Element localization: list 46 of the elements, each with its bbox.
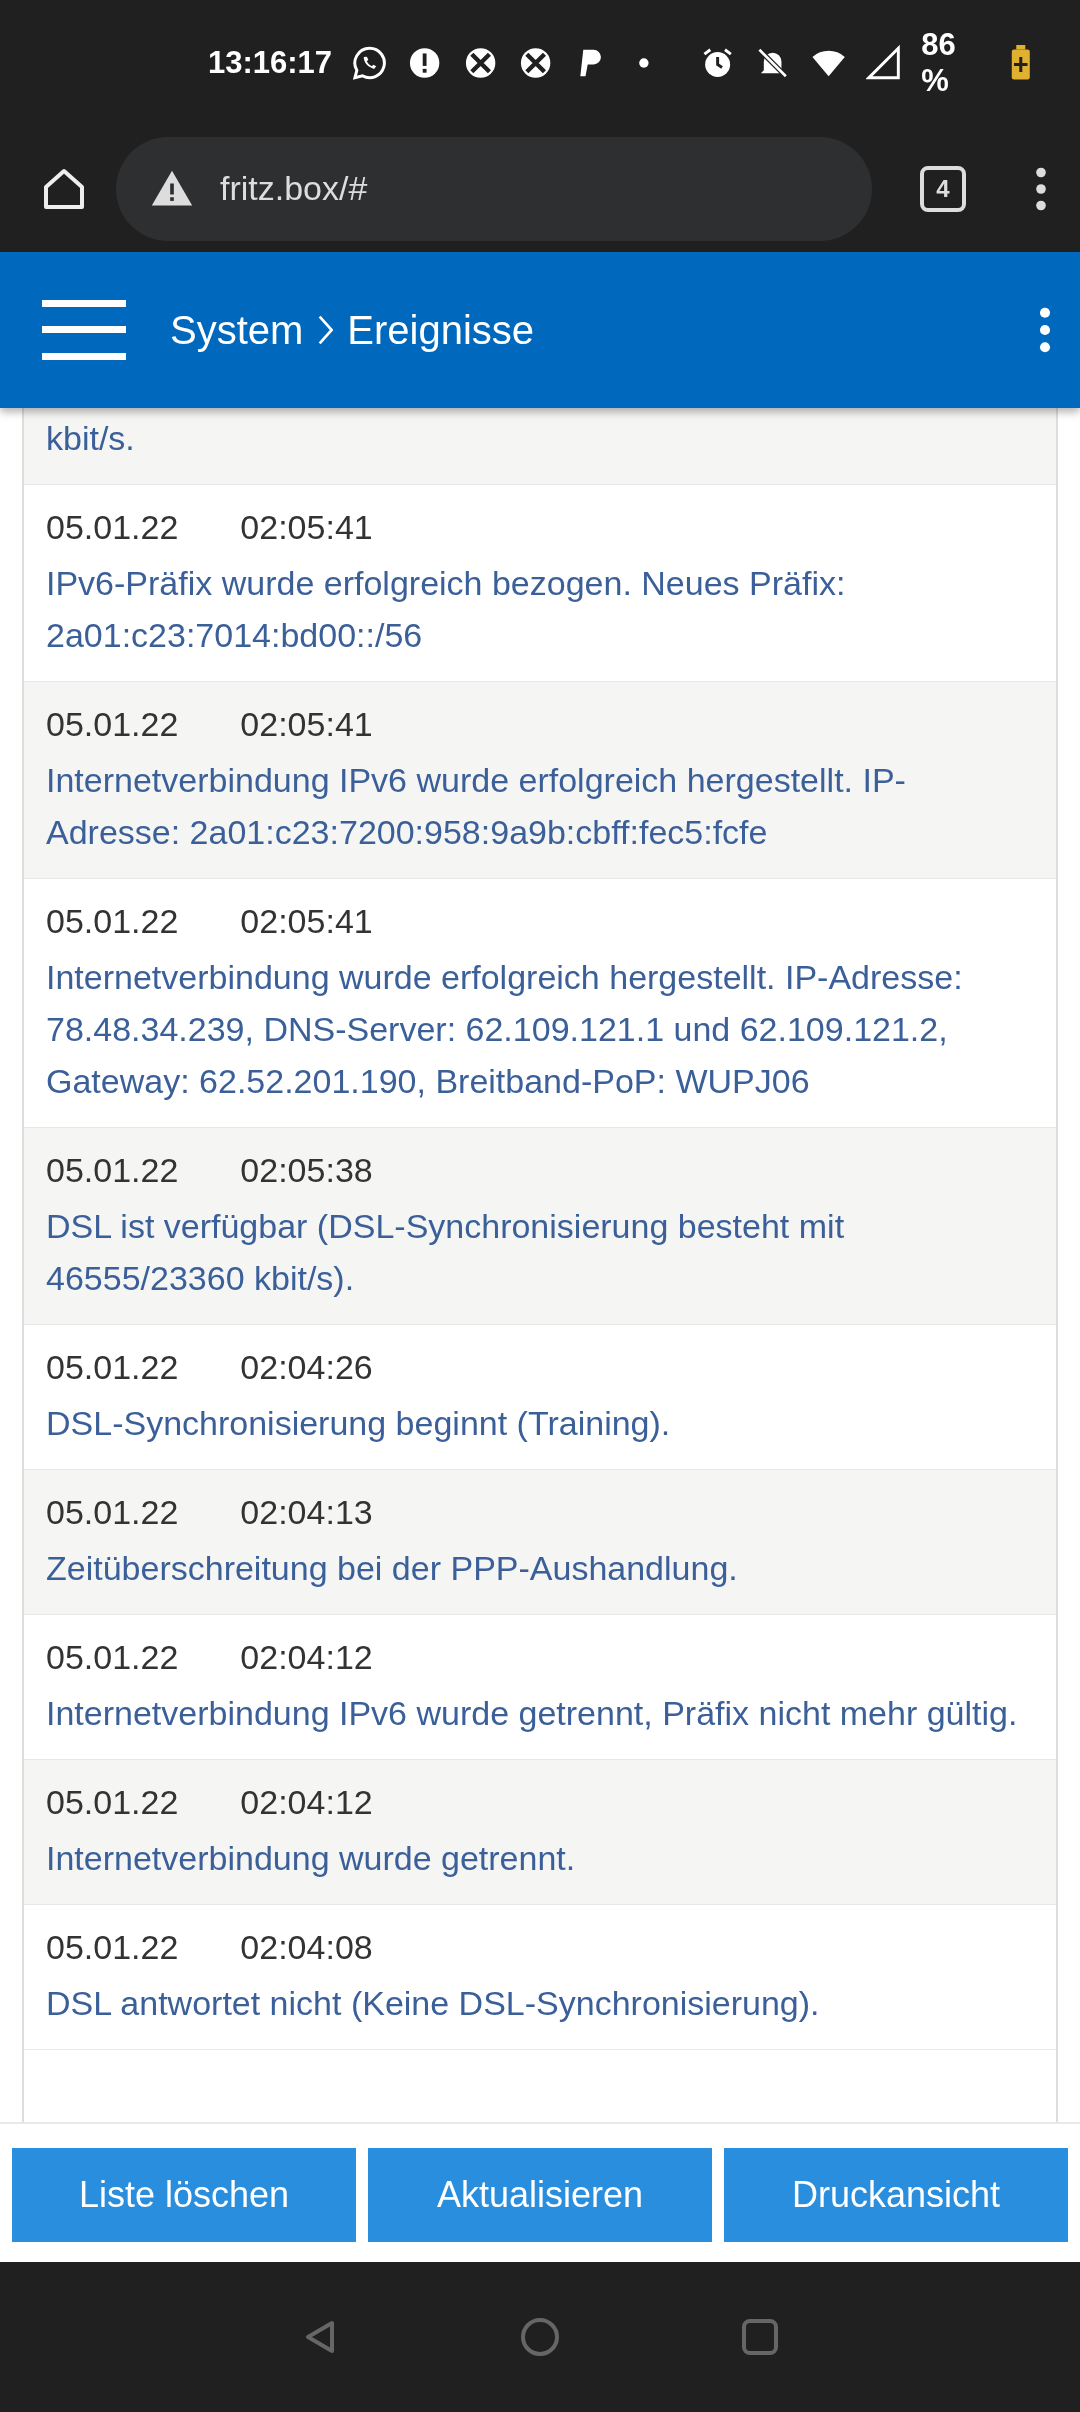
battery-level: 86 % <box>921 26 957 99</box>
action-button[interactable]: Liste löschen <box>12 2148 356 2242</box>
action-button[interactable]: Druckansicht <box>724 2148 1068 2242</box>
event-date: 05.01.22 <box>46 1150 179 1191</box>
more-notifications-icon <box>638 56 651 69</box>
url-text: fritz.box/# <box>220 169 368 208</box>
event-message: DSL ist verfügbar (DSL-Synchronisierung besteht mit 46555/23360 kbit/s). <box>46 1206 846 1299</box>
event-time: 02:05:41 <box>240 704 373 745</box>
event-message: DSL-Synchronisierung beginnt (Training). <box>46 1403 672 1444</box>
recents-icon[interactable] <box>740 2317 780 2357</box>
clock: 13:16:17 <box>208 44 333 81</box>
event-time: 02:05:41 <box>240 507 373 548</box>
breadcrumb-item[interactable]: System <box>170 307 304 353</box>
event-date: 05.01.22 <box>46 1782 179 1823</box>
event-time: 02:04:13 <box>240 1492 373 1533</box>
event-date: 05.01.22 <box>46 1927 179 1968</box>
event-time: 02:04:12 <box>240 1637 373 1678</box>
event-time: 02:04:08 <box>240 1927 373 1968</box>
event-date: 05.01.22 <box>46 1492 179 1533</box>
signal-icon <box>865 44 902 81</box>
event-date: 05.01.22 <box>46 1637 179 1678</box>
event-time: 02:04:12 <box>240 1782 373 1823</box>
event-time: 02:05:38 <box>240 1150 373 1191</box>
action-button[interactable]: Aktualisieren <box>368 2148 712 2242</box>
more-options-icon[interactable] <box>1038 307 1052 353</box>
event-date: 05.01.22 <box>46 507 179 548</box>
address-bar[interactable]: fritz.box/# <box>116 136 872 241</box>
event-message: Internetverbindung IPv6 wurde getrennt, Präfix nicht mehr gültig. <box>46 1693 1019 1734</box>
event-message: Internetverbindung IPv6 wurde erfolgreich hergestellt. IP-Adresse: 2a01:c23:7200:958:9a9b:cbff:fec5:fcfe <box>46 760 907 853</box>
event-message: Zeitüberschreitung bei der PPP-Aushandlung. <box>46 1548 739 1589</box>
breadcrumb-item: Ereignisse <box>347 307 535 353</box>
event-time: 02:04:26 <box>240 1347 373 1388</box>
event-message: kbit/s. <box>46 418 136 459</box>
more-options-icon[interactable] <box>1034 166 1048 211</box>
event-message: IPv6-Präfix wurde erfolgreich bezogen. Neues Präfix: 2a01:c23:7014:bd00::/56 <box>46 563 847 656</box>
event-date: 05.01.22 <box>46 901 179 942</box>
event-message: DSL antwortet nicht (Keine DSL-Synchronisierung). <box>46 1983 821 2024</box>
event-date: 05.01.22 <box>46 1347 179 1388</box>
event-date: 05.01.22 <box>46 704 179 745</box>
event-time: 02:05:41 <box>240 901 373 942</box>
event-message: Internetverbindung wurde erfolgreich hergestellt. IP-Adresse: 78.48.34.239, DNS-Server: 62.109.121.1 und 62.109.121.2, Gateway: 62.52.201.190, Breitband-PoP: WUPJ06 <box>46 957 964 1102</box>
menu-icon[interactable] <box>42 300 126 360</box>
tab-switcher-button[interactable]: 4 <box>920 165 966 212</box>
chat-icon <box>352 44 388 81</box>
event-message: Internetverbindung wurde getrennt. <box>46 1838 577 1879</box>
battery-icon <box>1010 44 1032 81</box>
